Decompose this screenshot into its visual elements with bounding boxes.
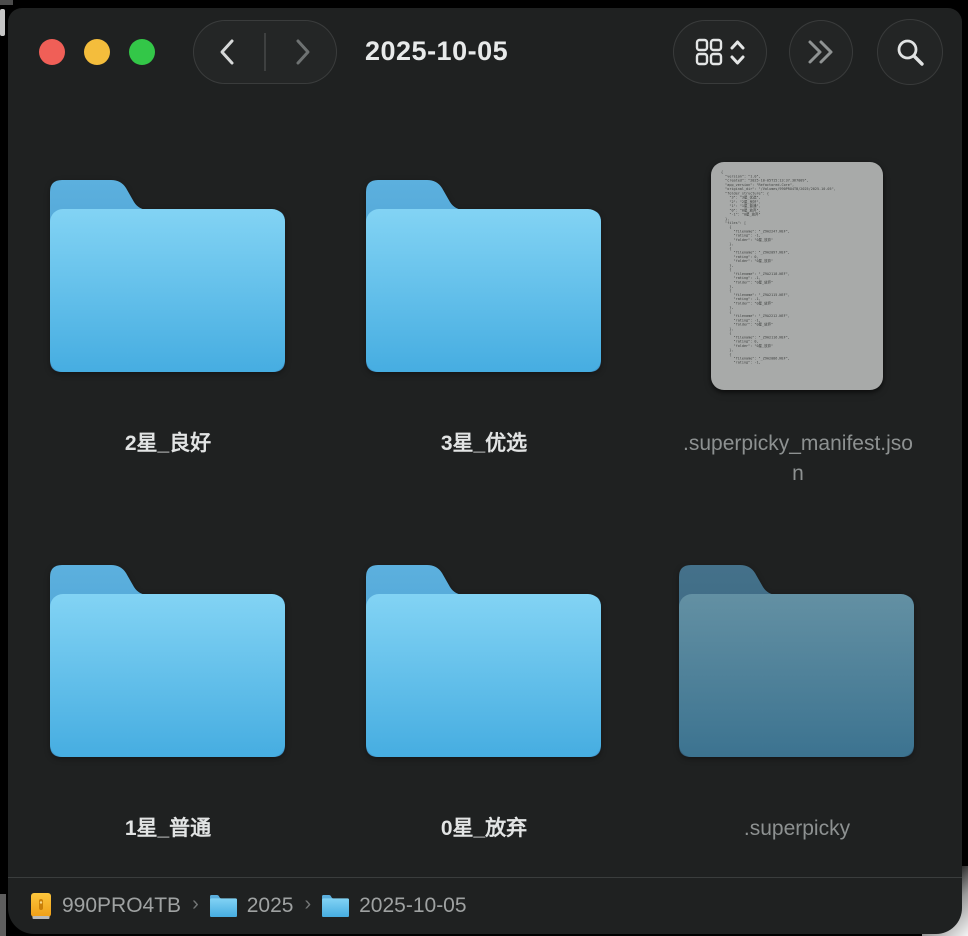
chevrons-right-icon	[806, 39, 836, 65]
json-preview-text: { "version": "1.0", "created": "2025-10-…	[711, 162, 883, 365]
search-button[interactable]	[877, 19, 943, 85]
file-label: .superpicky_manifest.json	[682, 429, 914, 489]
folder-icon	[50, 180, 285, 372]
path-segment-label: 990PRO4TB	[62, 894, 181, 918]
folder-item-1star[interactable]	[50, 565, 285, 757]
background-window-sliver	[0, 894, 6, 936]
path-segment-label: 2025	[247, 894, 294, 918]
background-window-sliver	[0, 9, 5, 36]
window-title: 2025-10-05	[365, 36, 508, 67]
path-bar: 990PRO4TB › 2025 › 2025-10-05	[8, 878, 962, 934]
toolbar-overflow-button[interactable]	[789, 20, 853, 84]
search-icon	[895, 37, 925, 67]
divider	[264, 33, 266, 71]
path-segment-current[interactable]: 2025-10-05	[322, 894, 466, 918]
hidden-folder-label: .superpicky	[667, 814, 927, 844]
folder-label: 1星_普通	[38, 814, 298, 844]
navigation-buttons	[193, 20, 337, 84]
folder-icon	[50, 565, 285, 757]
path-segment-drive[interactable]: 990PRO4TB	[30, 893, 181, 920]
finder-window: 2025-10-05	[8, 8, 962, 934]
grid-view-icon	[695, 38, 723, 66]
path-segment-2025[interactable]: 2025	[210, 894, 294, 918]
json-file-icon: { "version": "1.0", "created": "2025-10-…	[711, 162, 883, 390]
back-button[interactable]	[197, 21, 257, 83]
path-segment-label: 2025-10-05	[359, 894, 466, 918]
folder-item-0star[interactable]	[366, 565, 601, 757]
minimize-button[interactable]	[84, 39, 110, 65]
hidden-folder-icon	[679, 565, 914, 757]
folder-icon	[366, 565, 601, 757]
folder-icon	[322, 895, 349, 917]
chevron-right-icon: ›	[191, 893, 200, 919]
view-options-button[interactable]	[673, 20, 767, 84]
chevron-right-icon: ›	[303, 893, 312, 919]
external-drive-icon	[30, 893, 52, 920]
folder-label: 0星_放弃	[354, 814, 614, 844]
close-button[interactable]	[39, 39, 65, 65]
chevron-up-down-icon	[730, 39, 745, 66]
folder-label: 2星_良好	[38, 429, 298, 459]
background-window-sliver	[0, 0, 13, 5]
hidden-folder-item-superpicky[interactable]	[679, 565, 914, 757]
folder-icon	[210, 895, 237, 917]
folder-label: 3星_优选	[354, 429, 614, 459]
forward-button[interactable]	[273, 21, 333, 83]
folder-item-3star[interactable]	[366, 180, 601, 372]
zoom-button[interactable]	[129, 39, 155, 65]
chevron-right-icon	[295, 38, 311, 66]
folder-icon	[366, 180, 601, 372]
chevron-left-icon	[219, 38, 235, 66]
folder-item-2star[interactable]	[50, 180, 285, 372]
file-item-manifest[interactable]: { "version": "1.0", "created": "2025-10-…	[711, 162, 883, 390]
toolbar: 2025-10-05	[8, 8, 962, 108]
